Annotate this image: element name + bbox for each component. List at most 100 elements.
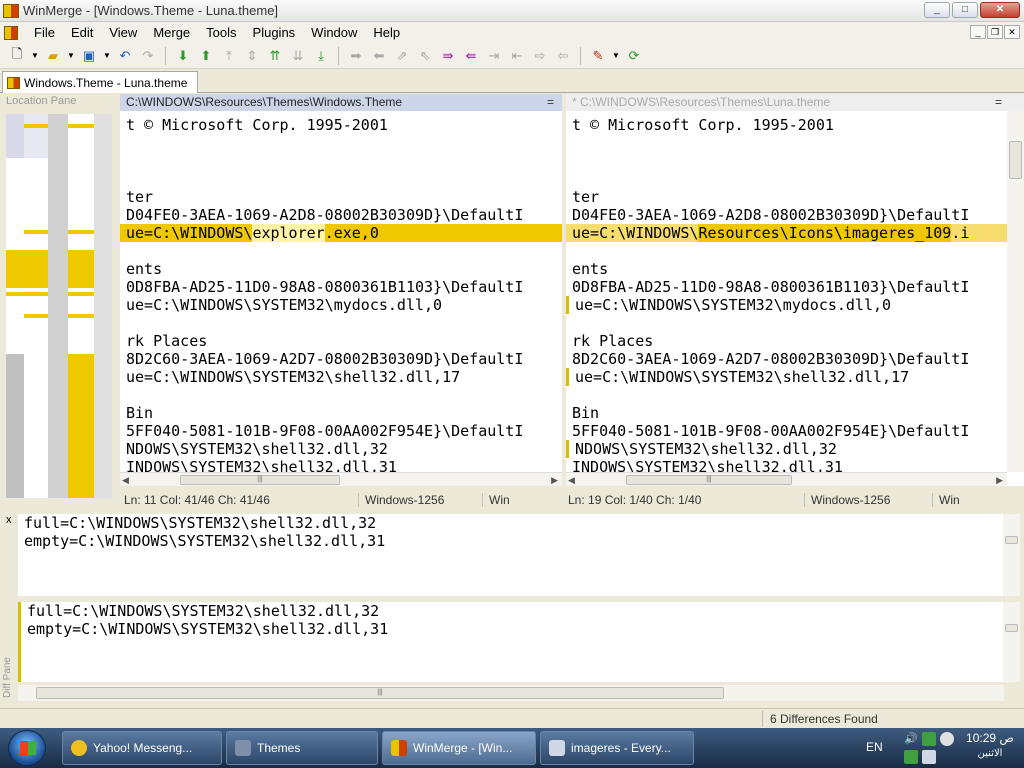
save-dropdown-icon[interactable]: ▼	[103, 47, 111, 65]
vertical-scroll-thumb[interactable]	[1009, 141, 1022, 179]
diff-horizontal-scrollbar[interactable]: |||	[18, 685, 1004, 701]
right-code-view[interactable]: t © Microsoft Corp. 1995-2001 ter D04FE0-3…	[566, 116, 1007, 472]
tab-windows-theme-luna[interactable]: Windows.Theme - Luna.theme	[2, 71, 198, 93]
right-vertical-scrollbar[interactable]	[1007, 111, 1024, 472]
mdi-minimize-button[interactable]: _	[970, 25, 986, 39]
code-line: D04FE0-3AEA-1069-A2D8-08002B30309D}\Defa…	[120, 206, 562, 224]
merge-left-icon[interactable]: ⇤	[508, 47, 526, 65]
winmerge-app-icon[interactable]	[3, 3, 19, 18]
copy-all-left-icon[interactable]: ⇚	[462, 47, 480, 65]
menu-help[interactable]: Help	[365, 25, 408, 40]
diff-bottom-vertical-scrollbar[interactable]	[1003, 602, 1020, 682]
volume-icon[interactable]: 🔊	[904, 732, 918, 746]
left-file-pane[interactable]: C:\WINDOWS\Resources\Themes\Windows.Them…	[120, 94, 562, 486]
scroll-left-arrow-icon[interactable]: ◀	[122, 473, 129, 487]
menu-file[interactable]: File	[26, 25, 63, 40]
copy-left-icon[interactable]: ⬅	[370, 47, 388, 65]
undo-icon[interactable]: ↶	[116, 47, 134, 65]
options-dropdown-icon[interactable]: ▼	[612, 47, 620, 65]
merge-all-right-icon[interactable]: ⇨	[531, 47, 549, 65]
diff-pane-top[interactable]: full=C:\WINDOWS\SYSTEM32\shell32.dll,32 …	[18, 514, 1020, 596]
diff-pane-close-icon[interactable]: x	[6, 514, 12, 526]
maximize-button[interactable]: □	[952, 2, 978, 18]
menu-edit[interactable]: Edit	[63, 25, 101, 40]
minimize-button[interactable]: _	[924, 2, 950, 18]
location-bars[interactable]	[6, 114, 118, 498]
clock[interactable]: 10:29 ص الاثنين	[960, 730, 1020, 762]
left-pane-path: C:\WINDOWS\Resources\Themes\Windows.Them…	[126, 95, 403, 109]
open-folder-icon[interactable]: ▰	[44, 47, 62, 65]
left-pane-menu-icon[interactable]: =	[547, 95, 554, 109]
scroll-right-arrow-icon[interactable]: ▶	[996, 473, 1003, 487]
location-bar-right[interactable]	[68, 114, 94, 498]
status-bar: 6 Differences Found	[0, 708, 1024, 728]
right-pane-menu-icon[interactable]: =	[995, 95, 1002, 109]
line-text: NDOWS\SYSTEM32\shell32.dll,32	[126, 440, 388, 458]
messenger-tray-icon[interactable]	[940, 732, 954, 746]
taskbar-item-winmerge[interactable]: WinMerge - [Win...	[382, 731, 536, 765]
prev-conflict-icon[interactable]: ⇈	[266, 47, 284, 65]
right-file-pane[interactable]: * C:\WINDOWS\Resources\Themes\Luna.theme…	[566, 94, 1024, 486]
diff-top-line: empty=C:\WINDOWS\SYSTEM32\shell32.dll,31	[24, 532, 386, 550]
scroll-left-arrow-icon[interactable]: ◀	[568, 473, 575, 487]
location-gap	[24, 114, 48, 498]
changed-text: Resources\Icons\imageres_109	[698, 224, 952, 242]
menu-tools[interactable]: Tools	[198, 25, 244, 40]
location-bar-middle[interactable]	[48, 114, 68, 498]
scroll-thumb[interactable]: |||	[180, 475, 340, 485]
line-text: ue=C:\WINDOWS\	[126, 224, 253, 242]
copy-all-right-icon[interactable]: ⇛	[439, 47, 457, 65]
line-text: INDOWS\SYSTEM32\shell32.dll,31	[126, 458, 397, 472]
diff-scroll-thumb[interactable]: |||	[36, 687, 724, 699]
merge-right-icon[interactable]: ⇥	[485, 47, 503, 65]
document-icon[interactable]	[4, 25, 18, 40]
refresh-icon[interactable]: ⟳	[625, 47, 643, 65]
next-conflict-icon[interactable]: ⇊	[289, 47, 307, 65]
next-diff-icon[interactable]: ⬇	[174, 47, 192, 65]
taskbar-item-themes[interactable]: Themes	[226, 731, 378, 765]
copy-left-advance-icon[interactable]: ⇖	[416, 47, 434, 65]
line-text: rk Places	[572, 332, 654, 350]
save-icon[interactable]: ▣	[80, 47, 98, 65]
current-diff-icon[interactable]: ⇕	[243, 47, 261, 65]
line-text: 0D8FBA-AD25-11D0-98A8-0800361B1103}\Defa…	[572, 278, 970, 296]
open-dropdown-icon[interactable]: ▼	[67, 47, 75, 65]
taskbar-item-imageres[interactable]: imageres - Every...	[540, 731, 694, 765]
line-text: 0D8FBA-AD25-11D0-98A8-0800361B1103}\Defa…	[126, 278, 524, 296]
new-dropdown-icon[interactable]: ▼	[31, 47, 39, 65]
last-diff-icon[interactable]: ⤓	[312, 47, 330, 65]
scroll-thumb[interactable]: |||	[626, 475, 792, 485]
scroll-right-arrow-icon[interactable]: ▶	[551, 473, 558, 487]
diff-pane-bottom[interactable]: full=C:\WINDOWS\SYSTEM32\shell32.dll,32 …	[18, 602, 1020, 682]
diff-top-vertical-scrollbar[interactable]	[1003, 514, 1020, 596]
start-button[interactable]	[8, 730, 46, 766]
tray-app-icon[interactable]	[904, 750, 918, 764]
left-horizontal-scrollbar[interactable]: ◀ ||| ▶	[120, 472, 562, 486]
line-text: ents	[572, 260, 609, 278]
taskbar-item-yahoo-messenger[interactable]: Yahoo! Messeng...	[62, 731, 222, 765]
menu-window[interactable]: Window	[303, 25, 365, 40]
mdi-close-button[interactable]: ✕	[1004, 25, 1020, 39]
merge-all-left-icon[interactable]: ⇦	[554, 47, 572, 65]
prev-diff-icon[interactable]: ⬆	[197, 47, 215, 65]
first-diff-icon[interactable]: ⤒	[220, 47, 238, 65]
right-horizontal-scrollbar[interactable]: ◀ ||| ▶	[566, 472, 1007, 486]
tray-window-icon[interactable]	[922, 750, 936, 764]
menu-merge[interactable]: Merge	[145, 25, 198, 40]
menu-plugins[interactable]: Plugins	[245, 25, 304, 40]
redo-icon[interactable]: ↷	[139, 47, 157, 65]
copy-right-advance-icon[interactable]: ⇗	[393, 47, 411, 65]
close-button[interactable]: ✕	[980, 2, 1020, 18]
left-code-view[interactable]: t © Microsoft Corp. 1995-2001 ter D04FE0-3…	[120, 116, 562, 472]
new-icon[interactable]: 🗋	[8, 46, 26, 65]
location-bar-left[interactable]	[6, 114, 24, 498]
network-icon[interactable]	[922, 732, 936, 746]
copy-right-icon[interactable]: ➡	[347, 47, 365, 65]
language-indicator[interactable]: EN	[866, 740, 883, 754]
menu-view[interactable]: View	[101, 25, 145, 40]
options-icon[interactable]: ✎	[589, 47, 607, 65]
code-line: ue=C:\WINDOWS\SYSTEM32\mydocs.dll,0	[120, 296, 562, 314]
mdi-restore-button[interactable]: ❐	[987, 25, 1003, 39]
